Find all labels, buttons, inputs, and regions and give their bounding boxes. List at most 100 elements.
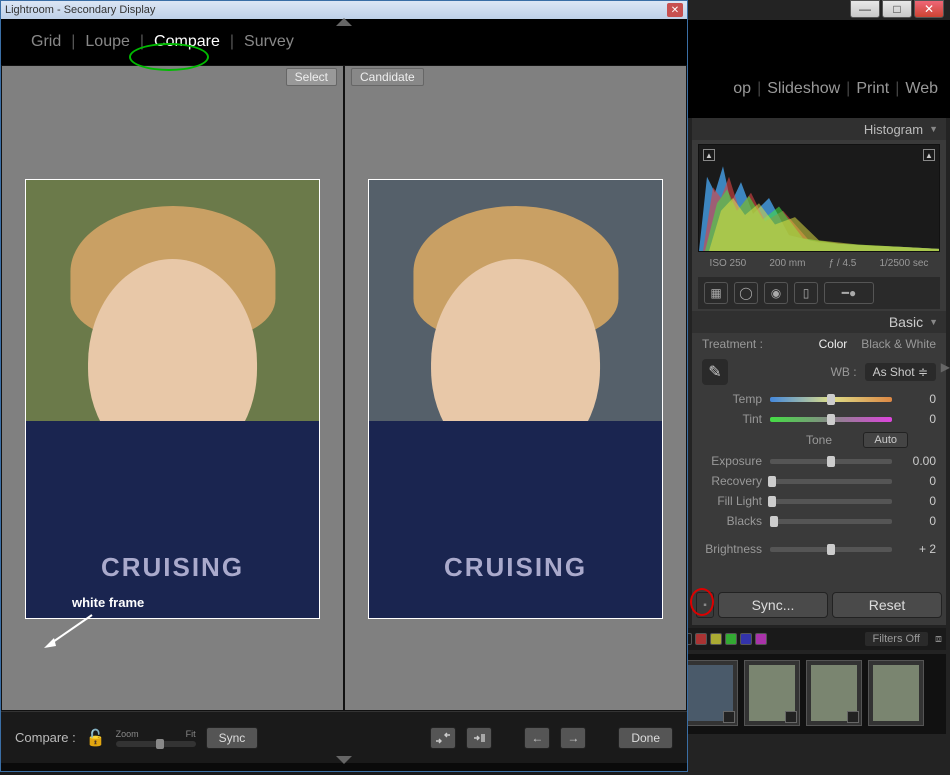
panel-expand-icon[interactable]: ▶ <box>941 360 950 374</box>
filmstrip-thumb[interactable] <box>806 660 862 726</box>
blacks-value: 0 <box>900 514 936 528</box>
secondary-close-button[interactable]: ✕ <box>667 3 683 17</box>
annotation-white-frame-label: white frame <box>72 595 144 610</box>
fit-label: Fit <box>186 729 196 739</box>
treatment-color[interactable]: Color <box>819 337 848 351</box>
next-button[interactable]: → <box>560 727 586 749</box>
right-panel: Histogram ▼ ▲ ▲ ISO 250 200 mm ƒ / 4.5 1… <box>692 118 946 625</box>
brightness-slider[interactable] <box>770 547 892 552</box>
zoom-control: Zoom Fit <box>116 729 196 747</box>
wb-select[interactable]: As Shot ≑ <box>865 363 936 381</box>
auto-tone-button[interactable]: Auto <box>863 432 908 448</box>
brush-tool-icon[interactable]: ━● <box>824 282 874 304</box>
secondary-footer: Compare : 🔓 Zoom Fit Sync ← → Done <box>1 711 687 763</box>
filter-lock-icon[interactable]: ⧈ <box>935 633 942 646</box>
candidate-column[interactable]: Candidate CRUISING <box>344 65 687 711</box>
wb-label: WB : <box>831 365 857 379</box>
maximize-button[interactable]: □ <box>882 0 912 18</box>
filmstrip[interactable] <box>676 654 946 734</box>
sync-button[interactable]: Sync... <box>718 592 828 618</box>
candidate-photo-slot: CRUISING <box>345 88 686 710</box>
histogram[interactable]: ▲ ▲ <box>698 144 940 252</box>
candidate-photo[interactable]: CRUISING <box>368 179 663 619</box>
exposure-value: 0.00 <box>900 454 936 468</box>
prev-button[interactable]: ← <box>524 727 550 749</box>
module-sep: | <box>757 80 761 98</box>
tint-value: 0 <box>900 412 936 426</box>
module-develop[interactable]: op <box>733 80 751 98</box>
brightness-label: Brightness <box>702 542 762 556</box>
select-photo[interactable]: CRUISING <box>25 179 320 619</box>
tint-slider-row: Tint 0 <box>692 409 946 429</box>
zoom-sync-button[interactable]: Sync <box>206 727 259 749</box>
basic-header[interactable]: Basic ▼ <box>692 311 946 333</box>
filter-preset-select[interactable]: Filters Off <box>865 632 928 646</box>
module-slideshow[interactable]: Slideshow <box>767 80 840 98</box>
recovery-slider-row: Recovery 0 <box>692 471 946 491</box>
filter-green[interactable] <box>725 633 737 645</box>
redeye-tool-icon[interactable]: ◉ <box>764 282 788 304</box>
module-sep: | <box>895 80 899 98</box>
crop-tool-icon[interactable]: ▦ <box>704 282 728 304</box>
secondary-title-bar[interactable]: Lightroom - Secondary Display ✕ <box>1 1 687 19</box>
compare-area: Select CRUISING white frame Candidate CR… <box>1 65 687 711</box>
filter-blue[interactable] <box>740 633 752 645</box>
minimize-button[interactable]: — <box>850 0 880 18</box>
filllight-slider-row: Fill Light 0 <box>692 491 946 511</box>
thumb-badge-icon <box>847 711 859 723</box>
panel-collapse-down-icon[interactable] <box>336 756 352 764</box>
filmstrip-thumb[interactable] <box>744 660 800 726</box>
module-picker: op | Slideshow | Print | Web <box>733 80 938 98</box>
filllight-label: Fill Light <box>702 494 762 508</box>
panel-switch-icon[interactable]: ▪ <box>696 592 714 618</box>
eyedropper-icon[interactable]: ✎ <box>702 359 728 385</box>
module-print[interactable]: Print <box>856 80 889 98</box>
view-survey[interactable]: Survey <box>234 29 304 55</box>
photo-text: CRUISING <box>444 552 587 583</box>
collapse-icon: ▼ <box>929 124 938 134</box>
compare-label: Compare : <box>15 730 76 745</box>
spot-tool-icon[interactable]: ◯ <box>734 282 758 304</box>
blacks-slider[interactable] <box>770 519 892 524</box>
temp-label: Temp <box>702 392 762 406</box>
filmstrip-thumb[interactable] <box>682 660 738 726</box>
lock-icon[interactable]: 🔓 <box>86 728 106 748</box>
blacks-slider-row: Blacks 0 <box>692 511 946 531</box>
filllight-value: 0 <box>900 494 936 508</box>
temp-slider[interactable] <box>770 397 892 402</box>
filllight-slider[interactable] <box>770 499 892 504</box>
filter-purple[interactable] <box>755 633 767 645</box>
recovery-value: 0 <box>900 474 936 488</box>
temp-slider-row: Temp 0 <box>692 389 946 409</box>
window-controls: — □ ✕ <box>850 0 944 18</box>
make-select-button[interactable] <box>466 727 492 749</box>
reset-button[interactable]: Reset <box>832 592 942 618</box>
close-button[interactable]: ✕ <box>914 0 944 18</box>
recovery-slider[interactable] <box>770 479 892 484</box>
exif-aperture: ƒ / 4.5 <box>829 258 857 269</box>
blacks-label: Blacks <box>702 514 762 528</box>
filmstrip-thumb[interactable] <box>868 660 924 726</box>
zoom-slider[interactable] <box>116 741 196 747</box>
histogram-header[interactable]: Histogram ▼ <box>692 118 946 140</box>
swap-button[interactable] <box>430 727 456 749</box>
view-loupe[interactable]: Loupe <box>75 29 140 55</box>
exposure-slider[interactable] <box>770 459 892 464</box>
gradient-tool-icon[interactable]: ▯ <box>794 282 818 304</box>
exposure-label: Exposure <box>702 454 762 468</box>
secondary-toolbar: Grid | Loupe | Compare | Survey <box>1 19 687 65</box>
treatment-row: Treatment : Color Black & White <box>692 333 946 355</box>
done-button[interactable]: Done <box>618 727 673 749</box>
view-grid[interactable]: Grid <box>21 29 71 55</box>
select-column[interactable]: Select CRUISING white frame <box>1 65 344 711</box>
photo-text: CRUISING <box>101 552 244 583</box>
filter-red[interactable] <box>695 633 707 645</box>
filter-yellow[interactable] <box>710 633 722 645</box>
treatment-bw[interactable]: Black & White <box>861 337 936 351</box>
module-web[interactable]: Web <box>905 80 938 98</box>
view-compare[interactable]: Compare <box>144 29 230 55</box>
treatment-label: Treatment : <box>702 337 763 351</box>
tint-slider[interactable] <box>770 417 892 422</box>
tint-label: Tint <box>702 412 762 426</box>
panel-collapse-up-icon[interactable] <box>336 18 352 26</box>
